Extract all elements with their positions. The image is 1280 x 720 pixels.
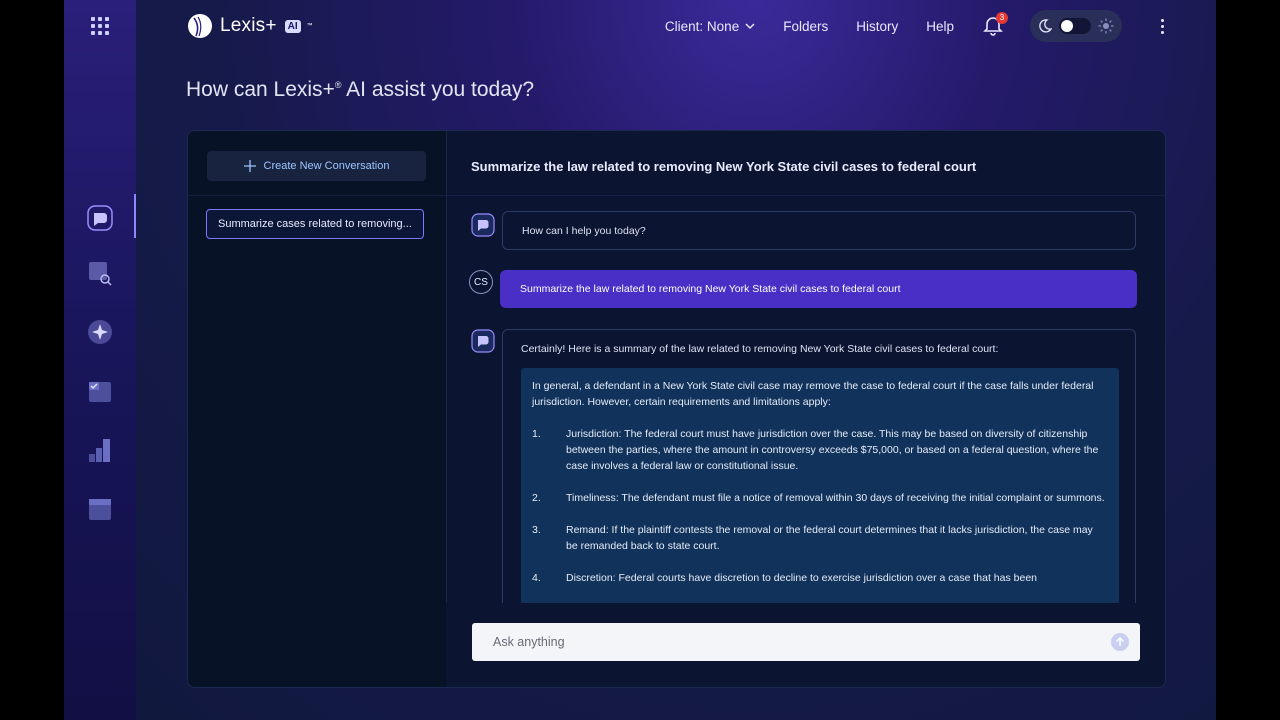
assistant-greeting-message: How can I help you today? [502,211,1136,250]
user-message: Summarize the law related to removing Ne… [500,270,1137,308]
point-text: Discretion: Federal courts have discreti… [566,572,1037,584]
lexis-logo[interactable]: Lexis+ AI ™ [186,12,313,40]
divider [446,195,1165,196]
answer-point: 1. Jurisdiction: The federal court must h… [532,426,1107,474]
chat-area: Summarize the law related to removing Ne… [446,131,1165,687]
assistant-answer-message: Certainly! Here is a summary of the law … [502,329,1136,629]
chevron-down-icon [745,23,755,30]
logo-text: Lexis+ [220,15,277,36]
notification-badge: 3 [996,12,1008,24]
rail-folder-icon[interactable] [86,495,114,523]
user-avatar: CS [469,270,493,294]
divider [188,195,446,196]
send-button[interactable] [1111,633,1129,651]
point-number: 3. [532,524,541,536]
theme-toggle[interactable] [1030,10,1122,42]
rail-active-indicator [134,194,136,238]
greeting-text-pre: How can Lexis+ [186,78,335,101]
nav-folders[interactable]: Folders [783,19,828,34]
answer-point: 4. Discretion: Federal courts have discre… [532,570,1107,586]
client-label: Client: None [664,18,740,34]
rail-analytics-icon[interactable] [86,436,114,464]
client-selector[interactable]: Client: None [665,19,755,34]
point-text: Timeliness: The defendant must file a no… [566,492,1105,504]
nav-help[interactable]: Help [926,19,954,34]
assistant-avatar-icon [471,329,495,353]
create-conversation-button[interactable]: Create New Conversation [207,151,426,181]
left-rail [64,0,136,720]
greeting-text-post: AI assist you today? [341,78,535,101]
answer-content: In general, a defendant in a New York St… [521,368,1119,608]
nav-history[interactable]: History [856,19,898,34]
point-number: 1. [532,428,541,440]
conversation-item[interactable]: Summarize cases related to removing... [206,209,424,239]
assistant-avatar-icon [471,213,495,237]
arrow-up-icon [1115,636,1125,646]
point-text: Remand: If the plaintiff contests the re… [566,524,1093,552]
assistant-answer-intro: Certainly! Here is a summary of the law … [521,343,999,355]
rail-search-docs-icon[interactable] [86,259,114,287]
point-text: Jurisdiction: The federal court must hav… [566,428,1099,472]
assistant-greeting-text: How can I help you today? [522,224,646,237]
top-nav: Client: None Folders History Help 3 [665,0,1216,52]
plus-icon [243,160,256,172]
logo-ai-badge: AI [284,19,301,33]
rail-tasks-icon[interactable] [86,377,114,405]
notifications-button[interactable]: 3 [982,12,1008,37]
user-message-text: Summarize the law related to removing Ne… [520,283,901,295]
theme-switch[interactable] [1059,18,1091,34]
ask-bar [472,623,1140,661]
sun-icon [1098,18,1114,34]
point-number: 2. [532,492,541,504]
apps-grid-icon[interactable] [91,17,109,35]
logo-trademark: ™ [306,23,313,29]
conversation-title: Summarize the law related to removing Ne… [471,159,977,174]
conversation-sidebar: Create New Conversation Summarize cases … [188,131,447,687]
app-window: Lexis+ AI ™ Client: None Folders History… [64,0,1216,720]
point-number: 4. [532,572,541,584]
assistant-panel: Create New Conversation Summarize cases … [187,130,1166,688]
rail-sparkle-icon[interactable] [86,318,114,346]
create-conversation-label: Create New Conversation [263,160,390,172]
answer-points: 1. Jurisdiction: The federal court must h… [532,426,1107,586]
ask-input[interactable] [491,634,1095,650]
answer-summary: In general, a defendant in a New York St… [532,380,1094,408]
moon-icon [1039,19,1052,33]
page-greeting: How can Lexis+® AI assist you today? [186,78,534,102]
more-options-icon[interactable] [1152,14,1172,38]
rail-ai-chat-icon[interactable] [86,204,114,232]
lexis-logo-icon [188,14,212,38]
answer-point: 3. Remand: If the plaintiff contests the … [532,522,1107,554]
answer-point: 2. Timeliness: The defendant must file a … [532,490,1107,506]
